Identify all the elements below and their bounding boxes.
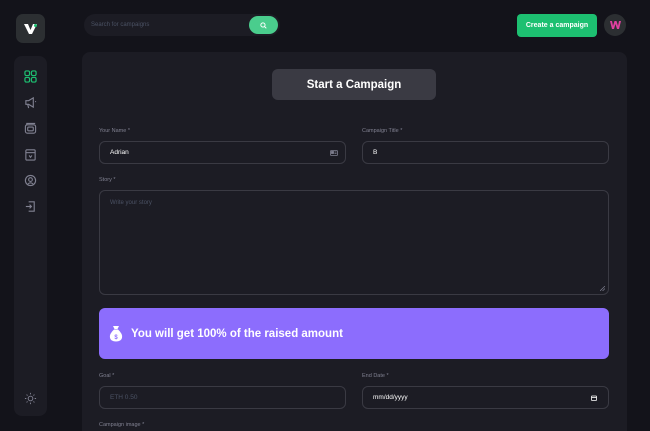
funding-banner: $ You will get 100% of the raised amount <box>99 308 609 359</box>
name-label: Your Name * <box>99 128 130 134</box>
goal-placeholder: ETH 0.50 <box>110 394 138 401</box>
contact-card-icon <box>330 150 338 156</box>
story-label: Story * <box>99 177 116 183</box>
search-input[interactable]: Search for campaigns <box>91 22 149 28</box>
profile-icon[interactable] <box>22 172 39 189</box>
goal-label: Goal * <box>99 373 115 379</box>
campaign-form: Start a Campaign Your Name * Adrian Camp… <box>82 52 627 431</box>
name-value: Adrian <box>110 149 129 156</box>
logo-icon <box>24 23 37 34</box>
name-field[interactable]: Adrian <box>99 141 346 164</box>
page-title: Start a Campaign <box>272 69 436 100</box>
story-textarea[interactable]: Write your story <box>99 190 609 295</box>
end-date-value: mm/dd/yyyy <box>373 394 408 401</box>
search-icon <box>260 21 267 29</box>
resize-handle-icon[interactable] <box>600 286 605 291</box>
create-campaign-button[interactable]: Create a campaign <box>517 14 597 37</box>
campaign-title-field[interactable]: B <box>362 141 609 164</box>
avatar[interactable] <box>604 14 626 36</box>
story-placeholder: Write your story <box>110 200 152 206</box>
sidebar <box>14 56 47 416</box>
goal-field[interactable]: ETH 0.50 <box>99 386 346 409</box>
search-button[interactable] <box>249 16 278 34</box>
end-date-field[interactable]: mm/dd/yyyy <box>362 386 609 409</box>
dashboard-icon[interactable] <box>22 68 39 85</box>
sun-icon[interactable] <box>22 390 39 407</box>
logout-icon[interactable] <box>22 198 39 215</box>
withdraw-icon[interactable] <box>22 146 39 163</box>
money-bag-icon: $ <box>109 326 123 342</box>
title-label: Campaign Title * <box>362 128 403 134</box>
end-date-label: End Date * <box>362 373 389 379</box>
campaign-image-label: Campaign image * <box>99 422 145 428</box>
banner-text: You will get 100% of the raised amount <box>131 327 343 340</box>
title-value: B <box>373 149 378 156</box>
payment-icon[interactable] <box>22 120 39 137</box>
search-bar[interactable]: Search for campaigns <box>84 14 280 36</box>
user-logo-icon <box>609 21 621 29</box>
campaign-icon[interactable] <box>22 94 39 111</box>
calendar-icon[interactable] <box>591 395 597 401</box>
logo[interactable] <box>16 14 45 43</box>
